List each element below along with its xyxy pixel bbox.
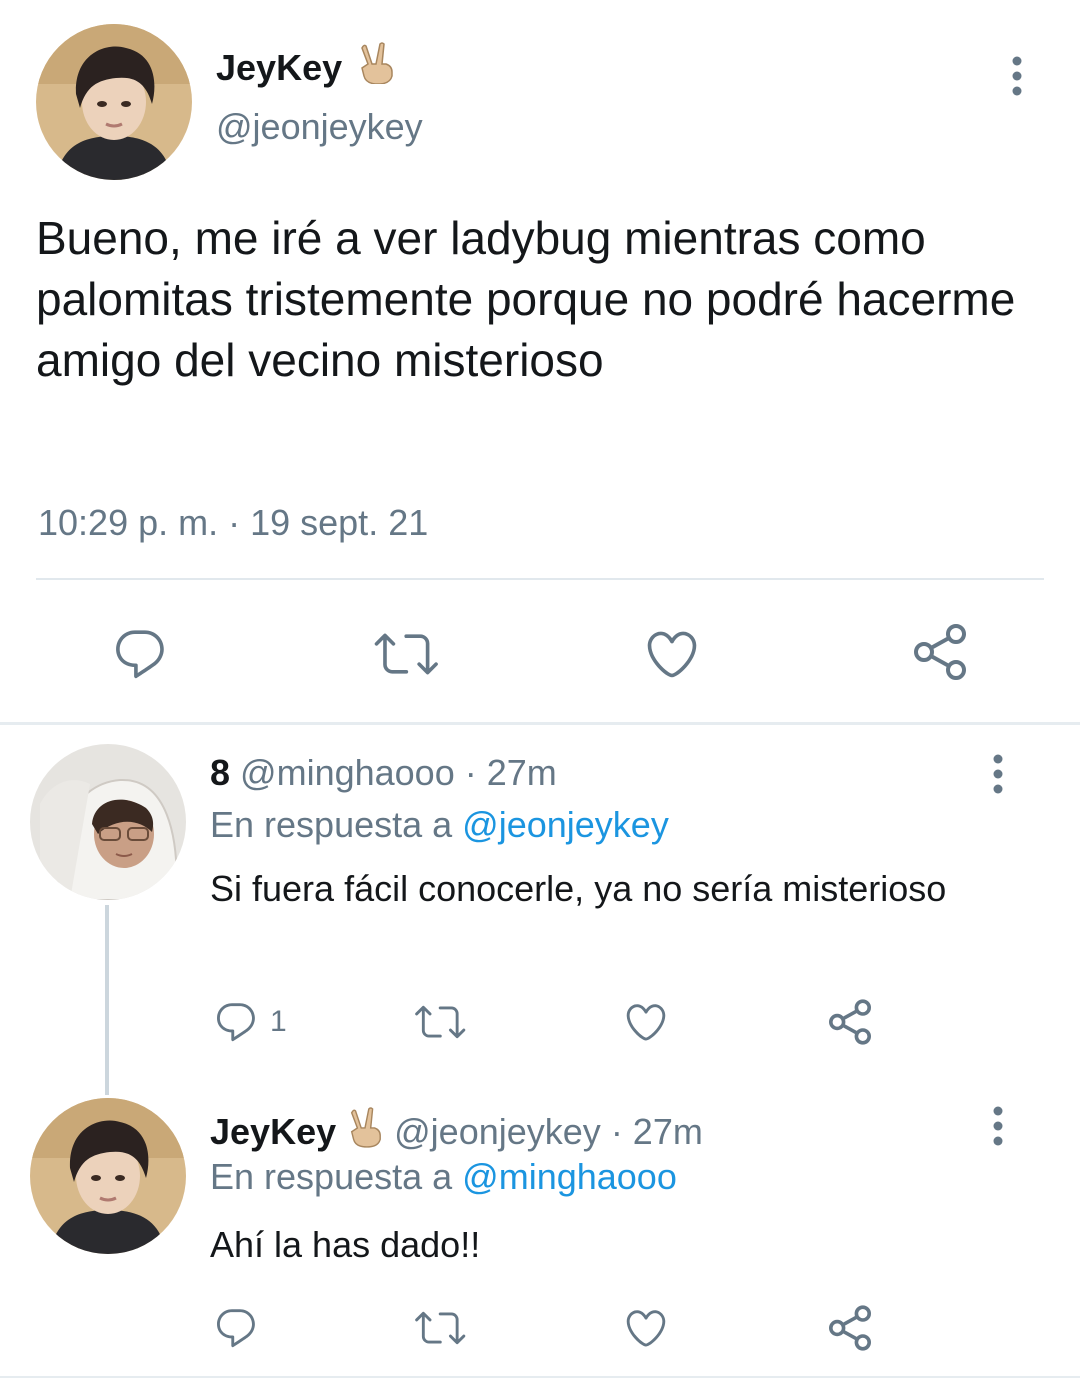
- like-button[interactable]: [620, 1302, 672, 1354]
- reply-prefix: En respuesta a: [210, 1156, 453, 1197]
- like-icon: [647, 631, 697, 678]
- peace-hand-emoji-icon: [346, 1106, 384, 1157]
- reply-to-link[interactable]: @minghaooo: [462, 1156, 677, 1197]
- avatar-jeyKey[interactable]: [30, 1098, 186, 1254]
- like-icon: [626, 1310, 666, 1347]
- display-name[interactable]: JeyKey: [210, 1111, 336, 1152]
- tweet-timestamp[interactable]: 10:29 p. m. · 19 sept. 21: [38, 502, 428, 544]
- like-icon: [626, 1004, 666, 1041]
- avatar-jeyKey[interactable]: [36, 24, 192, 180]
- author-handle[interactable]: @jeonjeykey: [394, 1111, 601, 1152]
- thread-connector-line: [105, 905, 109, 1095]
- retweet-button[interactable]: [372, 624, 440, 684]
- more-options-icon[interactable]: [988, 1106, 1008, 1151]
- retweet-icon: [374, 633, 438, 675]
- reply-icon: [217, 1003, 255, 1042]
- share-icon: [829, 999, 871, 1045]
- avatar-minghaooo[interactable]: [30, 744, 186, 900]
- reply-text: Ahí la has dado!!: [210, 1224, 481, 1265]
- peace-hand-emoji-icon: [356, 42, 396, 93]
- section-divider: [0, 722, 1080, 725]
- share-button[interactable]: [824, 994, 876, 1050]
- share-button[interactable]: [824, 1300, 876, 1356]
- like-button[interactable]: [620, 996, 672, 1048]
- share-icon: [829, 1305, 871, 1351]
- author-name[interactable]: JeyKey: [216, 42, 396, 93]
- reply-count: 1: [270, 1005, 287, 1038]
- author-handle[interactable]: @minghaooo: [240, 752, 455, 793]
- more-options-icon[interactable]: [988, 754, 1008, 799]
- reply-icon: [217, 1309, 255, 1348]
- reply-context: En respuesta a @jeonjeykey: [210, 804, 669, 846]
- retweet-icon: [415, 1005, 466, 1039]
- share-button[interactable]: [908, 620, 972, 684]
- more-options-icon[interactable]: [1007, 56, 1027, 101]
- reply-time[interactable]: · 27m: [611, 1111, 703, 1152]
- reply-button[interactable]: 1: [212, 996, 287, 1048]
- retweet-icon: [415, 1311, 466, 1345]
- retweet-button[interactable]: [412, 1302, 468, 1354]
- reply-context: En respuesta a @minghaooo: [210, 1156, 677, 1198]
- tweet-text: Bueno, me iré a ver ladybug mientras com…: [36, 212, 1016, 386]
- display-name[interactable]: 8: [210, 752, 230, 793]
- reply-icon: [116, 630, 164, 679]
- bottom-divider: [0, 1376, 1080, 1378]
- reply-header[interactable]: JeyKey @jeonjeykey · 27m: [210, 1106, 703, 1157]
- share-icon: [914, 624, 966, 680]
- reply-prefix: En respuesta a: [210, 804, 453, 845]
- reply-button[interactable]: [212, 1302, 260, 1354]
- reply-header[interactable]: 8 @minghaooo · 27m: [210, 752, 557, 794]
- divider: [36, 578, 1044, 580]
- display-name[interactable]: JeyKey: [216, 47, 342, 88]
- reply-text: Si fuera fácil conocerle, ya no sería mi…: [210, 868, 947, 909]
- author-handle[interactable]: @jeonjeykey: [216, 106, 423, 148]
- reply-time[interactable]: · 27m: [465, 752, 557, 793]
- reply-to-link[interactable]: @jeonjeykey: [462, 804, 669, 845]
- retweet-button[interactable]: [412, 996, 468, 1048]
- reply-button[interactable]: [108, 624, 172, 684]
- like-button[interactable]: [640, 624, 704, 684]
